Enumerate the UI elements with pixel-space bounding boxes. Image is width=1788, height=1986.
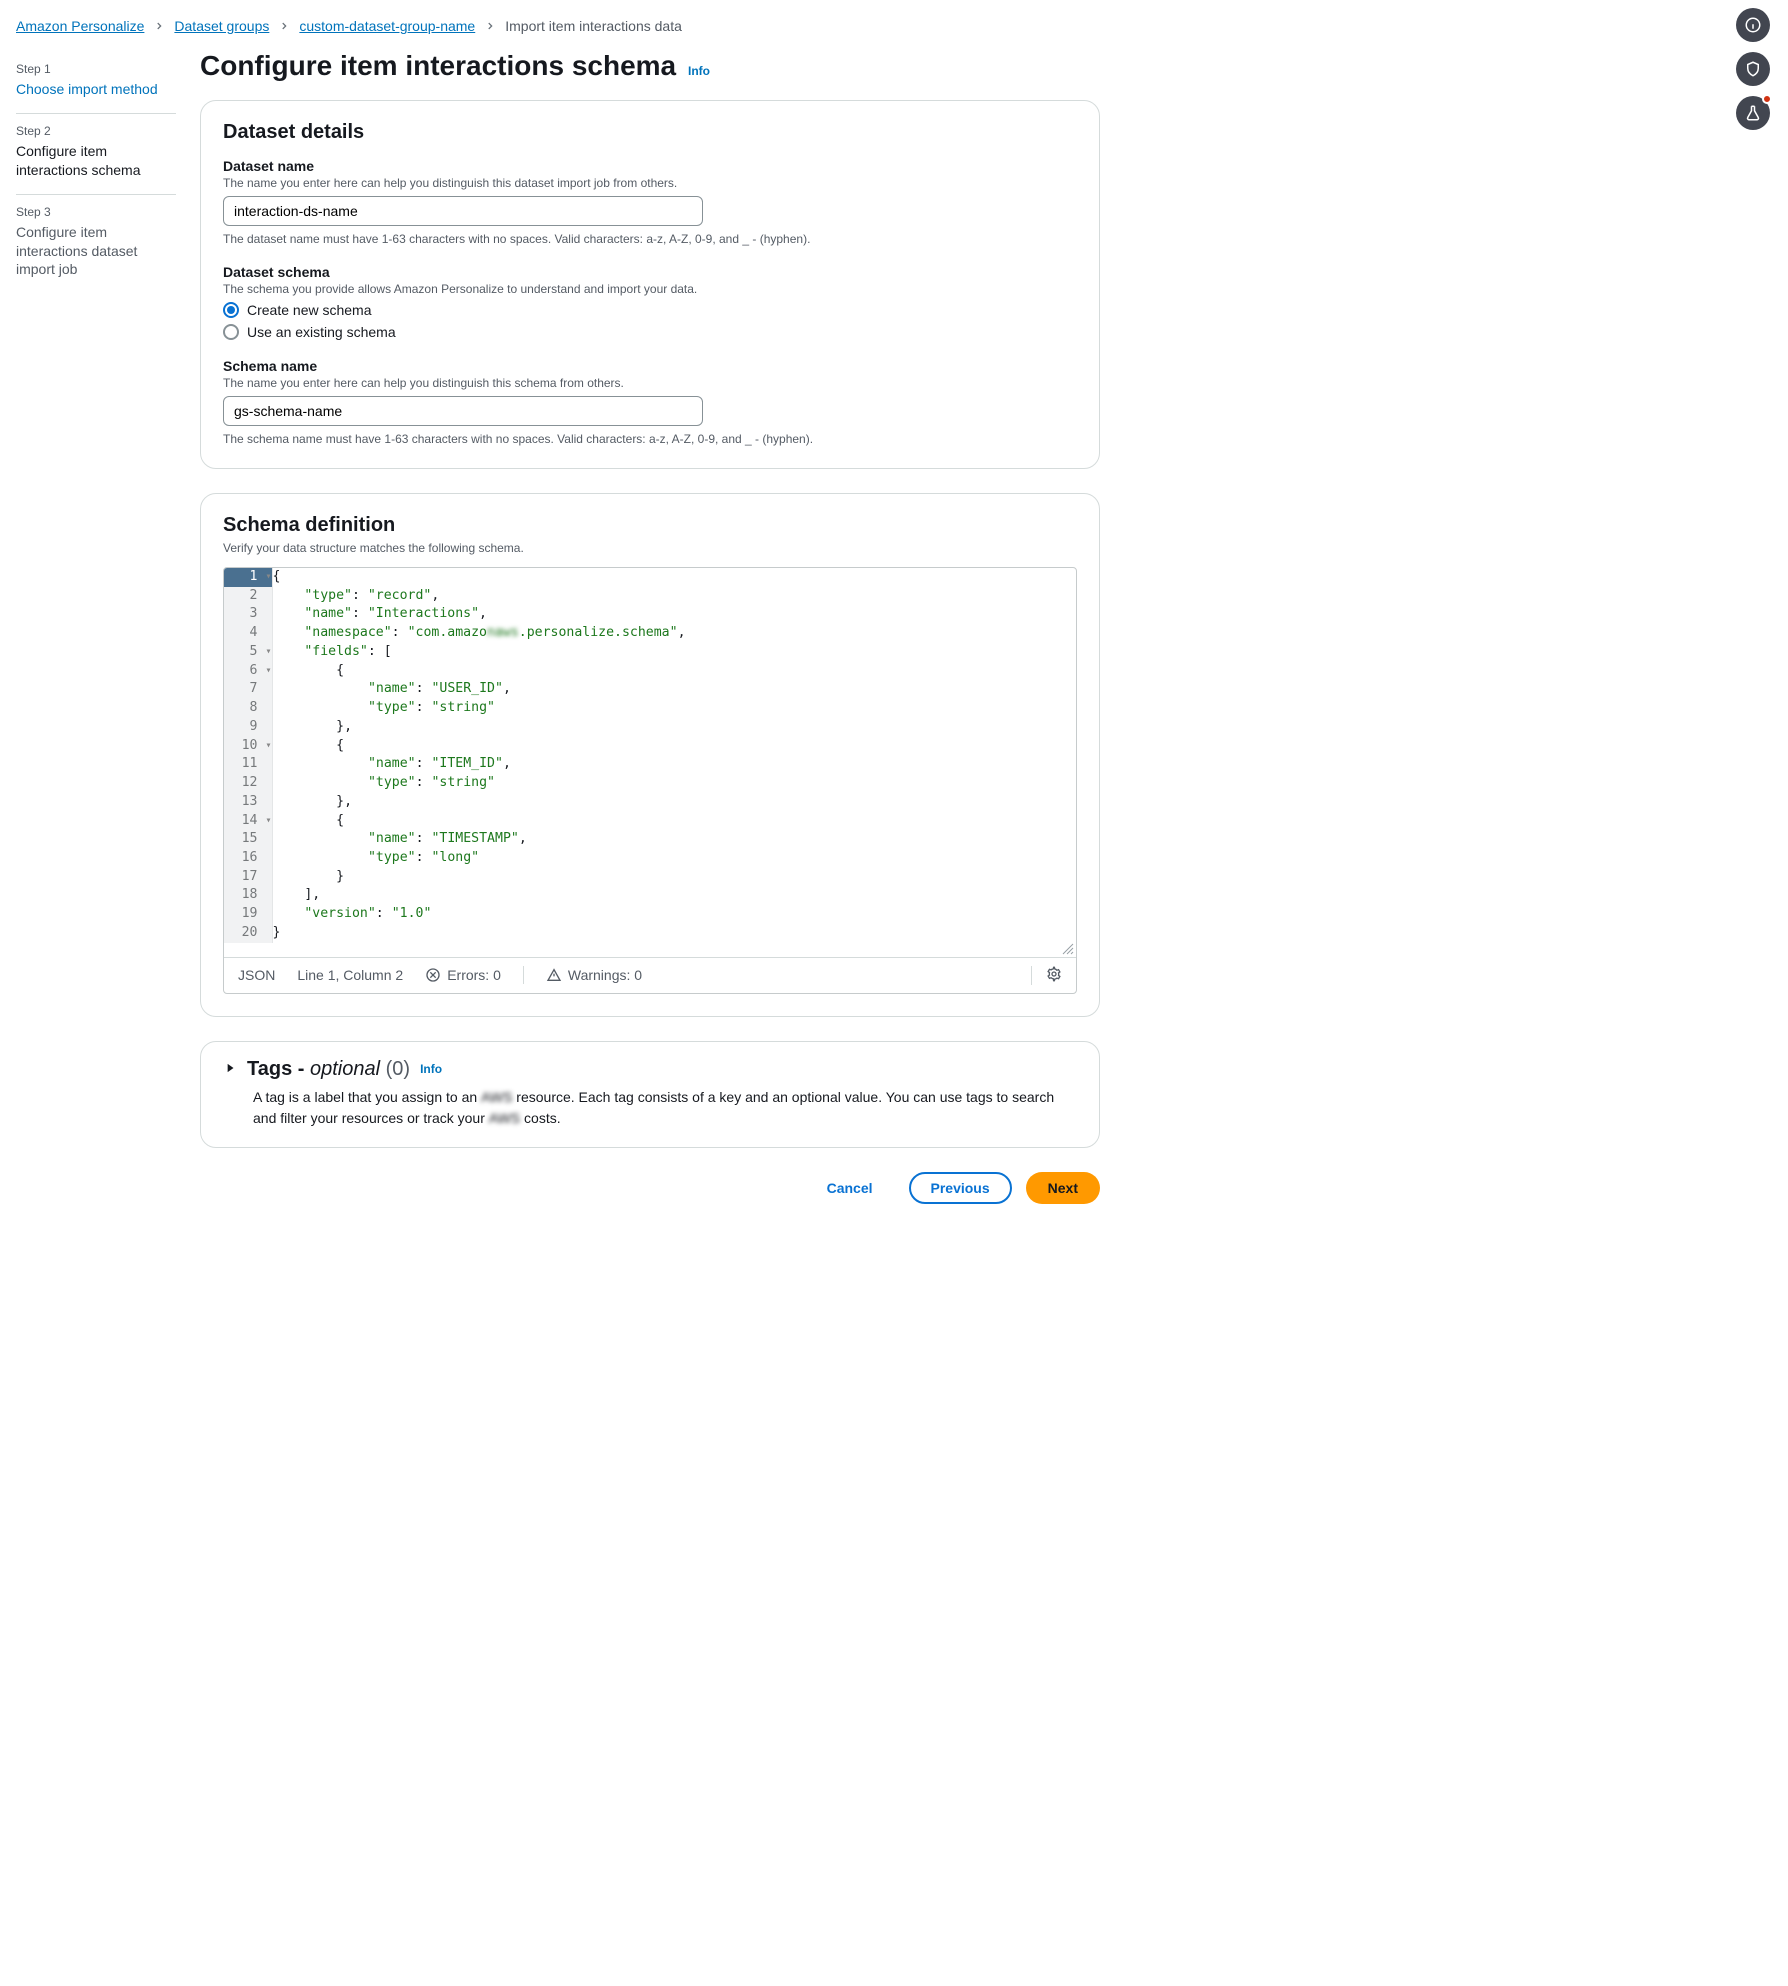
next-button[interactable]: Next [1026, 1172, 1100, 1204]
tags-description: A tag is a label that you assign to an A… [223, 1087, 1077, 1129]
schema-name-desc: The name you enter here can help you dis… [223, 376, 1077, 390]
code-line[interactable]: 18 ], [224, 886, 1076, 905]
radio-create-new-schema[interactable]: Create new schema [223, 302, 1077, 318]
code-line[interactable]: 3 "name": "Interactions", [224, 605, 1076, 624]
step-num: Step 2 [16, 124, 176, 138]
tags-panel: Tags - optional (0) Info A tag is a labe… [200, 1041, 1100, 1148]
help-button[interactable] [1736, 8, 1770, 42]
editor-cursor: Line 1, Column 2 [297, 967, 403, 983]
step-num: Step 1 [16, 62, 176, 76]
editor-warnings: Warnings: 0 [546, 967, 642, 983]
editor-status-bar: JSON Line 1, Column 2 Errors: 0 Warnings… [224, 957, 1076, 993]
cancel-button[interactable]: Cancel [805, 1172, 895, 1204]
code-line[interactable]: 11 "name": "ITEM_ID", [224, 755, 1076, 774]
breadcrumb: Amazon Personalize Dataset groups custom… [0, 0, 1788, 34]
code-line[interactable]: 7 "name": "USER_ID", [224, 680, 1076, 699]
dataset-name-help: The dataset name must have 1-63 characte… [223, 232, 1077, 246]
panel-subtitle: Verify your data structure matches the f… [223, 541, 1077, 555]
code-line[interactable]: 15 "name": "TIMESTAMP", [224, 830, 1076, 849]
editor-language: JSON [238, 967, 275, 983]
breadcrumb-current: Import item interactions data [505, 18, 682, 34]
code-line[interactable]: 5▾ "fields": [ [224, 643, 1076, 662]
wizard-steps: Step 1 Choose import method Step 2 Confi… [16, 46, 176, 1214]
code-line[interactable]: 2 "type": "record", [224, 587, 1076, 606]
code-line[interactable]: 10▾ { [224, 737, 1076, 756]
code-line[interactable]: 20} [224, 924, 1076, 943]
code-editor[interactable]: 1▾{2 "type": "record",3 "name": "Interac… [223, 567, 1077, 994]
experiments-button[interactable] [1736, 96, 1770, 130]
security-button[interactable] [1736, 52, 1770, 86]
chevron-right-icon [154, 18, 164, 34]
code-line[interactable]: 13 }, [224, 793, 1076, 812]
chevron-right-icon [279, 18, 289, 34]
step-3: Step 3 Configure item interactions datas… [16, 195, 176, 294]
editor-settings-button[interactable] [1031, 966, 1062, 985]
code-line[interactable]: 8 "type": "string" [224, 699, 1076, 718]
notification-dot [1762, 94, 1772, 104]
caret-right-icon[interactable] [223, 1061, 237, 1078]
code-line[interactable]: 12 "type": "string" [224, 774, 1076, 793]
step-title: Choose import method [16, 80, 176, 99]
dataset-name-input[interactable] [223, 196, 703, 226]
resize-handle[interactable] [224, 943, 1076, 957]
code-line[interactable]: 9 }, [224, 718, 1076, 737]
panel-title: Dataset details [223, 121, 1077, 144]
radio-label: Use an existing schema [247, 324, 396, 340]
dataset-name-label: Dataset name [223, 158, 1077, 174]
schema-definition-panel: Schema definition Verify your data struc… [200, 493, 1100, 1017]
code-line[interactable]: 4 "namespace": "com.amazonaws.personaliz… [224, 624, 1076, 643]
step-title: Configure item interactions schema [16, 142, 176, 180]
breadcrumb-dataset-groups[interactable]: Dataset groups [174, 18, 269, 34]
schema-name-input[interactable] [223, 396, 703, 426]
wizard-footer: Cancel Previous Next [200, 1172, 1100, 1204]
radio-use-existing-schema[interactable]: Use an existing schema [223, 324, 1077, 340]
code-line[interactable]: 6▾ { [224, 662, 1076, 681]
code-line[interactable]: 17 } [224, 868, 1076, 887]
panel-title: Schema definition [223, 514, 1077, 537]
dataset-schema-label: Dataset schema [223, 264, 1077, 280]
code-line[interactable]: 1▾{ [224, 568, 1076, 587]
dataset-schema-desc: The schema you provide allows Amazon Per… [223, 282, 1077, 296]
code-line[interactable]: 19 "version": "1.0" [224, 905, 1076, 924]
page-info-link[interactable]: Info [688, 64, 710, 78]
code-line[interactable]: 14▾ { [224, 812, 1076, 831]
tags-info-link[interactable]: Info [420, 1062, 442, 1076]
dataset-name-desc: The name you enter here can help you dis… [223, 176, 1077, 190]
step-2: Step 2 Configure item interactions schem… [16, 114, 176, 195]
radio-label: Create new schema [247, 302, 372, 318]
page-title: Configure item interactions schema [200, 50, 676, 82]
breadcrumb-group-name[interactable]: custom-dataset-group-name [299, 18, 475, 34]
schema-name-help: The schema name must have 1-63 character… [223, 432, 1077, 446]
breadcrumb-root[interactable]: Amazon Personalize [16, 18, 144, 34]
previous-button[interactable]: Previous [909, 1172, 1012, 1204]
step-title: Configure item interactions dataset impo… [16, 223, 176, 280]
radio-input[interactable] [223, 324, 239, 340]
editor-errors: Errors: 0 [425, 967, 501, 983]
code-line[interactable]: 16 "type": "long" [224, 849, 1076, 868]
schema-name-label: Schema name [223, 358, 1077, 374]
dataset-details-panel: Dataset details Dataset name The name yo… [200, 100, 1100, 469]
radio-input[interactable] [223, 302, 239, 318]
chevron-right-icon [485, 18, 495, 34]
tags-title: Tags - optional (0) [247, 1058, 410, 1081]
step-1[interactable]: Step 1 Choose import method [16, 52, 176, 114]
step-num: Step 3 [16, 205, 176, 219]
